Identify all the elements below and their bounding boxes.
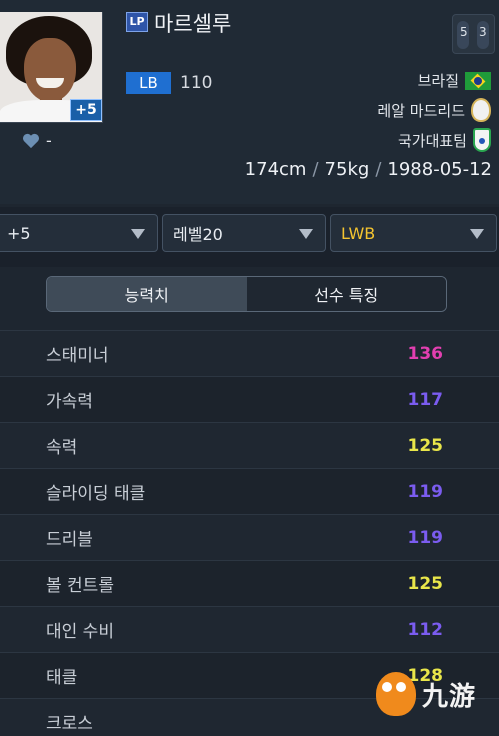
stat-value: 125: [407, 573, 444, 594]
stat-value: 125: [407, 435, 444, 456]
overall-rating: 110: [180, 73, 213, 93]
stat-label: 볼 컨트롤: [46, 576, 114, 596]
left-foot-value: 5: [460, 25, 468, 39]
stat-value: 119: [407, 527, 444, 548]
level-dropdown-value: 레벨20: [173, 225, 223, 244]
tab-traits[interactable]: 선수 특징: [246, 277, 446, 311]
level-dropdown[interactable]: 레벨20: [162, 214, 326, 252]
enhance-dropdown-value: +5: [7, 223, 31, 243]
stat-label: 슬라이딩 태클: [46, 484, 146, 504]
chevron-down-icon: [299, 229, 313, 239]
stat-label: 속력: [46, 438, 78, 458]
brazil-flag-icon: [465, 71, 491, 90]
stat-label: 크로스: [46, 714, 93, 734]
like-count: -: [46, 131, 52, 150]
real-madrid-crest-icon: [471, 98, 491, 122]
right-foot-value: 3: [479, 25, 487, 39]
stat-row: 슬라이딩 태클 119: [0, 468, 499, 514]
position-dropdown[interactable]: LWB: [330, 214, 497, 252]
mascot-logo-icon: [376, 672, 416, 716]
site-watermark: 九游: [358, 668, 496, 730]
national-team-line: 국가대표팀: [398, 128, 491, 152]
stat-label: 가속력: [46, 392, 93, 412]
cbf-crest-icon: [473, 128, 491, 152]
position-dropdown-value: LWB: [341, 223, 376, 243]
nation-name: 브라질: [417, 72, 459, 90]
heart-icon[interactable]: [22, 133, 40, 149]
birthdate-value: 1988-05-12: [387, 159, 492, 180]
stat-label: 대인 수비: [46, 622, 114, 642]
stat-value: 119: [407, 481, 444, 502]
player-header: +5 - LP 마르셀루 LB 110 5 3 브라질 레알 마드리드 국가대표…: [0, 0, 499, 204]
chevron-down-icon: [131, 229, 145, 239]
national-team-name: 국가대표팀: [397, 131, 467, 150]
player-name: 마르셀루: [154, 12, 232, 36]
enhance-level-badge: +5: [70, 99, 102, 121]
physical-info: 174cm/75kg/1988-05-12: [244, 159, 492, 180]
option-bar: +5 레벨20 LWB: [0, 207, 499, 267]
tab-ability[interactable]: 능력치: [47, 277, 247, 311]
stat-label: 태클: [46, 668, 78, 688]
stat-label: 스태미너: [46, 346, 109, 366]
enhance-dropdown[interactable]: +5: [0, 214, 158, 252]
stat-value: 112: [407, 619, 444, 640]
watermark-text: 九游: [422, 682, 477, 712]
position-badge: LB: [126, 72, 171, 94]
stat-value: 136: [407, 343, 444, 364]
stat-row: 속력 125: [0, 422, 499, 468]
weight-value: 75kg: [324, 159, 370, 180]
stat-row: 드리블 119: [0, 514, 499, 560]
club-line: 레알 마드리드: [377, 98, 491, 122]
height-value: 174cm: [244, 159, 307, 180]
stat-row: 스태미너 136: [0, 330, 499, 376]
like-row[interactable]: -: [22, 131, 52, 150]
detail-tabs: 능력치 선수 특징: [46, 276, 447, 312]
stat-label: 드리블: [46, 530, 93, 550]
stat-row: 가속력 117: [0, 376, 499, 422]
stat-value: 117: [407, 389, 444, 410]
club-name: 레알 마드리드: [377, 101, 465, 120]
nation-line: 브라질: [418, 70, 491, 91]
season-badge-icon: LP: [126, 12, 148, 32]
weak-foot-indicator: 5 3: [452, 14, 495, 54]
stat-row: 대인 수비 112: [0, 606, 499, 652]
stat-row: 볼 컨트롤 125: [0, 560, 499, 606]
chevron-down-icon: [470, 229, 484, 239]
